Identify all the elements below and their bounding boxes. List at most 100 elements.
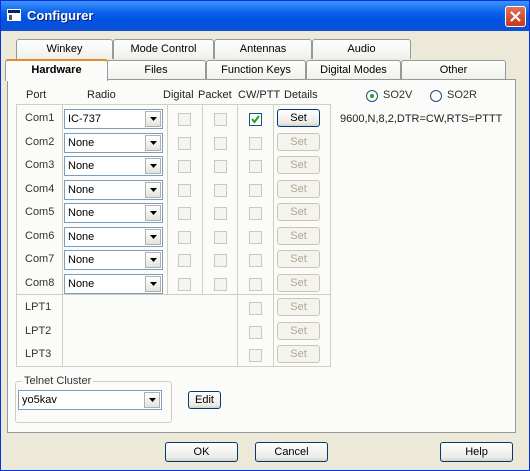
help-button-label: Help [465, 446, 488, 458]
packet-checkbox[interactable] [214, 230, 227, 244]
digital-checkbox[interactable] [178, 277, 191, 291]
set-button[interactable]: Set [277, 109, 320, 127]
set-button-label: Set [290, 253, 307, 265]
radio-select[interactable]: IC-737 [64, 109, 163, 129]
digital-checkbox[interactable] [178, 183, 191, 197]
radio-select[interactable]: None [64, 179, 163, 200]
tab-hardware[interactable]: Hardware [5, 59, 108, 81]
chevron-down-icon [150, 211, 157, 215]
set-button[interactable]: Set [277, 250, 320, 268]
digital-checkbox[interactable] [178, 113, 191, 126]
digital-checkbox[interactable] [178, 207, 191, 220]
cwptt-checkbox[interactable] [249, 254, 262, 267]
dropdown-arrow[interactable] [145, 158, 161, 174]
edit-button[interactable]: Edit [188, 391, 221, 409]
packet-checkbox[interactable] [214, 113, 227, 126]
com-settings-text: 9600,N,8,2,DTR=CW,RTS=PTTT [340, 113, 503, 125]
tab-audio[interactable]: Audio [312, 39, 411, 59]
set-button-label: Set [290, 182, 307, 195]
set-button[interactable]: Set [277, 273, 320, 292]
packet-checkbox[interactable] [214, 207, 227, 220]
configurer-window: Configurer Winkey Mode Control Antennas … [0, 0, 530, 471]
tab-digital-modes[interactable]: Digital Modes [306, 60, 401, 80]
radio-select[interactable]: None [64, 203, 163, 223]
set-button[interactable]: Set [277, 203, 320, 221]
digital-checkbox[interactable] [178, 230, 191, 244]
tab-files[interactable]: Files [106, 60, 206, 80]
radio-select-value: IC-737 [68, 113, 102, 125]
cancel-button[interactable]: Cancel [255, 442, 328, 462]
tab-label: Digital Modes [320, 64, 387, 76]
window-title: Configurer [27, 8, 94, 23]
dropdown-arrow[interactable] [145, 275, 161, 292]
so2r-radio[interactable] [430, 90, 442, 102]
close-icon [510, 11, 521, 22]
cwptt-checkbox[interactable] [249, 277, 262, 291]
packet-checkbox[interactable] [214, 136, 227, 150]
grid-line [273, 104, 274, 367]
grid-line [202, 104, 203, 294]
dropdown-arrow[interactable] [145, 134, 161, 151]
title-bar[interactable]: Configurer [1, 1, 529, 31]
radio-select[interactable]: None [64, 250, 163, 270]
radio-select[interactable]: None [64, 156, 163, 176]
cwptt-checkbox[interactable] [249, 325, 262, 339]
cwptt-checkbox[interactable] [249, 136, 262, 150]
tab-label: Other [439, 64, 468, 76]
dropdown-arrow[interactable] [145, 228, 161, 245]
so2v-radio[interactable] [366, 90, 378, 102]
set-button[interactable]: Set [277, 132, 320, 151]
chevron-down-icon [150, 164, 157, 168]
radio-select[interactable]: None [64, 226, 163, 247]
tab-function-keys[interactable]: Function Keys [206, 60, 306, 80]
packet-checkbox[interactable] [214, 183, 227, 197]
digital-checkbox[interactable] [178, 160, 191, 173]
help-button[interactable]: Help [440, 442, 513, 462]
dropdown-arrow[interactable] [144, 392, 160, 408]
cwptt-checkbox[interactable] [249, 207, 262, 220]
packet-checkbox[interactable] [214, 160, 227, 173]
dropdown-arrow[interactable] [145, 252, 161, 268]
ok-button[interactable]: OK [165, 442, 238, 462]
set-button[interactable]: Set [277, 345, 320, 363]
set-button[interactable]: Set [277, 298, 320, 316]
header-packet: Packet [198, 89, 232, 101]
tab-label: Files [144, 64, 168, 76]
tab-mode-control[interactable]: Mode Control [113, 39, 214, 59]
chevron-down-icon [150, 117, 157, 121]
set-button[interactable]: Set [277, 226, 320, 245]
edit-button-label: Edit [195, 394, 214, 406]
close-button[interactable] [505, 6, 526, 27]
packet-checkbox[interactable] [214, 277, 227, 291]
digital-checkbox[interactable] [178, 254, 191, 267]
cwptt-checkbox[interactable] [249, 160, 262, 173]
port-label: LPT2 [25, 324, 52, 337]
tab-winkey[interactable]: Winkey [16, 39, 113, 59]
radio-select-value: None [68, 183, 95, 196]
port-label: LPT3 [25, 348, 52, 360]
set-button[interactable]: Set [277, 179, 320, 198]
digital-checkbox[interactable] [178, 136, 191, 150]
cwptt-checkbox[interactable] [249, 113, 262, 126]
radio-select[interactable]: None [64, 132, 163, 153]
telnet-cluster-select[interactable]: yo5kav [18, 390, 162, 410]
radio-select-value: None [68, 230, 95, 243]
set-button-label: Set [290, 229, 307, 242]
port-label: Com8 [25, 276, 55, 289]
set-button[interactable]: Set [277, 156, 320, 174]
telnet-cluster-value: yo5kav [22, 394, 57, 406]
dropdown-arrow[interactable] [145, 205, 161, 221]
tab-antennas[interactable]: Antennas [214, 39, 312, 59]
app-icon [7, 9, 21, 21]
cwptt-checkbox[interactable] [249, 183, 262, 197]
set-button[interactable]: Set [277, 321, 320, 340]
dropdown-arrow[interactable] [145, 111, 161, 127]
set-button-label: Set [290, 348, 307, 360]
cwptt-checkbox[interactable] [249, 302, 262, 315]
radio-select[interactable]: None [64, 273, 163, 294]
tab-other[interactable]: Other [401, 60, 506, 80]
packet-checkbox[interactable] [214, 254, 227, 267]
dropdown-arrow[interactable] [145, 181, 161, 198]
cwptt-checkbox[interactable] [249, 349, 262, 362]
cwptt-checkbox[interactable] [249, 230, 262, 244]
